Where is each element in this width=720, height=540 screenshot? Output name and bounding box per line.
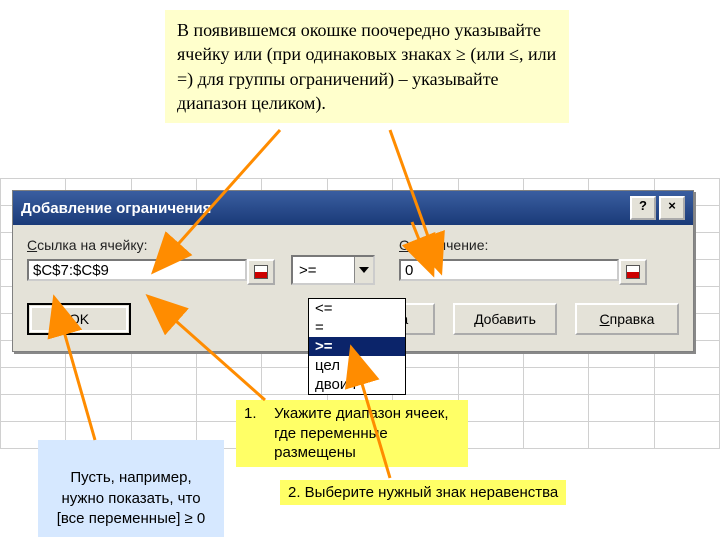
constraint-input[interactable] — [399, 259, 619, 281]
help-titlebar-button[interactable]: ? — [630, 196, 656, 220]
operator-option[interactable]: цел — [309, 356, 405, 375]
dialog-titlebar[interactable]: Добавление ограничения ? × — [13, 191, 693, 225]
operator-option-selected[interactable]: >= — [309, 337, 405, 356]
chevron-down-icon — [359, 267, 369, 273]
cell-ref-input[interactable] — [27, 259, 247, 281]
operator-dropdown-list[interactable]: <= = >= цел двоич — [308, 298, 406, 395]
close-titlebar-button[interactable]: × — [659, 196, 685, 220]
range-picker-icon — [626, 265, 640, 279]
step1-label: 1. Укажите диапазон ячеек, где переменны… — [236, 400, 468, 467]
range-picker-icon — [254, 265, 268, 279]
operator-option[interactable]: двоич — [309, 375, 405, 394]
cell-ref-label: Ссылка на ячейку: — [27, 237, 277, 253]
dropdown-arrow-button[interactable] — [354, 257, 373, 283]
help-button[interactable]: Справка — [575, 303, 679, 335]
operator-option[interactable]: <= — [309, 299, 405, 318]
operator-option[interactable]: = — [309, 318, 405, 337]
dialog-title: Добавление ограничения — [21, 200, 211, 217]
range-picker-button-2[interactable] — [619, 259, 647, 285]
step2-label: 2. Выберите нужный знак неравенства — [280, 480, 566, 505]
ok-button[interactable]: OK — [27, 303, 131, 335]
operator-value: >= — [293, 262, 354, 279]
example-callout: Пусть, например, нужно показать, что [вс… — [38, 440, 224, 537]
explanation-callout: В появившемся окошке поочередно указывай… — [165, 10, 569, 123]
range-picker-button[interactable] — [247, 259, 275, 285]
explanation-text: В появившемся окошке поочередно указывай… — [177, 20, 556, 113]
add-button[interactable]: Добавить — [453, 303, 557, 335]
constraint-label: Ограничение: — [399, 237, 649, 253]
operator-select[interactable]: >= — [291, 255, 375, 285]
